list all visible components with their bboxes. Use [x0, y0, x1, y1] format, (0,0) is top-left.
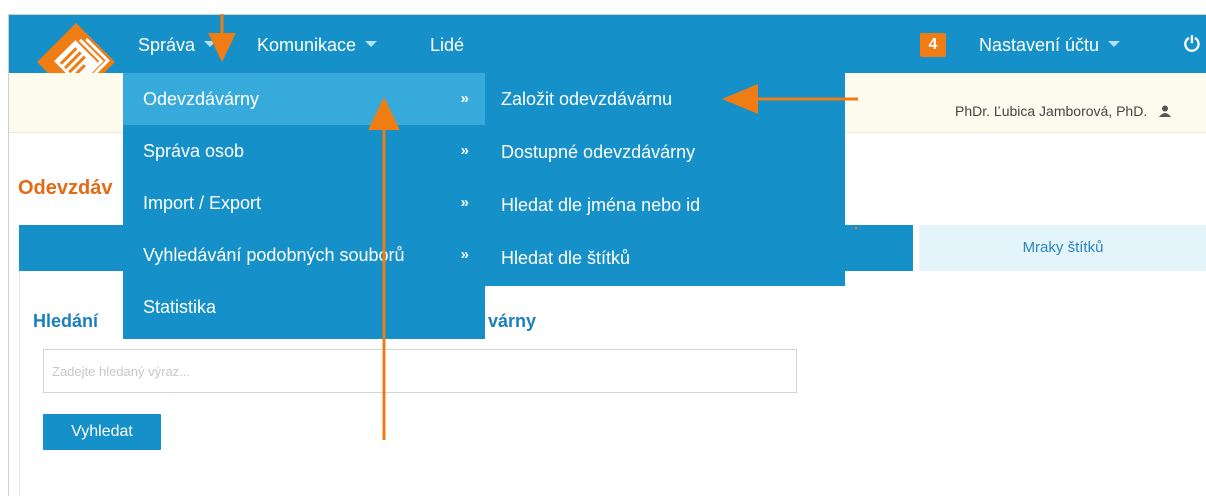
- submenu-item-label: Hledat dle štítků: [501, 248, 631, 268]
- submenu-item-label: Dostupné odevzdávárny: [501, 142, 696, 162]
- nav-komunikace[interactable]: Komunikace: [257, 34, 378, 56]
- submenu-item-label: Hledat dle jména nebo id: [501, 195, 701, 215]
- submenu-arrow-icon: »: [460, 246, 469, 263]
- user-name-link[interactable]: PhDr. Ľubica Jamborová, PhD.: [955, 103, 1172, 119]
- app-window: Správa Komunikace Lidé 4 Nastavení účtu …: [8, 14, 1206, 496]
- menu-item-label: Statistika: [143, 297, 217, 317]
- sprava-dropdown-menu: Odevzdávárny » Správa osob » Import / Ex…: [123, 73, 485, 339]
- submenu-item-label: Založit odevzdávárnu: [501, 89, 673, 109]
- submenu-arrow-icon: »: [460, 90, 469, 107]
- user-icon: [1159, 105, 1172, 117]
- search-heading-tail: várny: [488, 311, 537, 331]
- menu-item-statistika[interactable]: Statistika: [123, 281, 485, 333]
- power-icon[interactable]: ⏻: [1184, 34, 1200, 56]
- menu-item-sprava-osob[interactable]: Správa osob »: [123, 125, 485, 177]
- menu-item-label: Vyhledávání podobných souborů: [143, 245, 405, 265]
- submenu-item-search-tags[interactable]: Hledat dle štítků: [485, 232, 845, 284]
- caret-down-icon: [204, 41, 217, 48]
- menu-item-similar-files[interactable]: Vyhledávání podobných souborů »: [123, 229, 485, 281]
- search-heading: Hledání: [33, 311, 99, 331]
- nav-sprava[interactable]: Správa: [138, 34, 217, 56]
- menu-item-label: Import / Export: [143, 193, 262, 213]
- account-settings-label: Nastavení účtu: [979, 35, 1100, 55]
- submenu-item-create[interactable]: Založit odevzdávárnu: [485, 73, 845, 125]
- nav-lide[interactable]: Lidé: [430, 34, 464, 56]
- caret-down-icon: [365, 41, 378, 48]
- account-settings-menu[interactable]: Nastavení účtu: [979, 34, 1121, 56]
- menu-item-import-export[interactable]: Import / Export »: [123, 177, 485, 229]
- nav-komunikace-label: Komunikace: [257, 35, 357, 55]
- submenu-arrow-icon: »: [460, 194, 469, 211]
- menu-item-odevzdavarny[interactable]: Odevzdávárny »: [123, 73, 485, 125]
- submenu-arrow-icon: »: [460, 142, 469, 159]
- menu-item-label: Odevzdávárny: [143, 89, 260, 109]
- odevzdavarny-submenu: Založit odevzdávárnu Dostupné odevzdávár…: [485, 73, 845, 286]
- tab-tag-clouds-label: Mraky štítků: [1022, 239, 1104, 256]
- search-input[interactable]: [43, 349, 797, 393]
- search-button[interactable]: Vyhledat: [43, 414, 161, 450]
- nav-sprava-label: Správa: [138, 35, 196, 55]
- submenu-item-available[interactable]: Dostupné odevzdávárny: [485, 126, 845, 178]
- menu-item-label: Správa osob: [143, 141, 245, 161]
- user-name: PhDr. Ľubica Jamborová, PhD.: [955, 103, 1148, 119]
- nav-lide-label: Lidé: [430, 35, 465, 55]
- submenu-item-search-name-id[interactable]: Hledat dle jména nebo id: [485, 179, 845, 231]
- tab-tag-clouds[interactable]: Mraky štítků: [919, 225, 1206, 271]
- caret-down-icon: [1108, 41, 1121, 48]
- top-navbar: Správa Komunikace Lidé 4 Nastavení účtu …: [9, 15, 1206, 101]
- notification-badge[interactable]: 4: [920, 33, 946, 57]
- page-title: Odevzdáv: [18, 177, 113, 199]
